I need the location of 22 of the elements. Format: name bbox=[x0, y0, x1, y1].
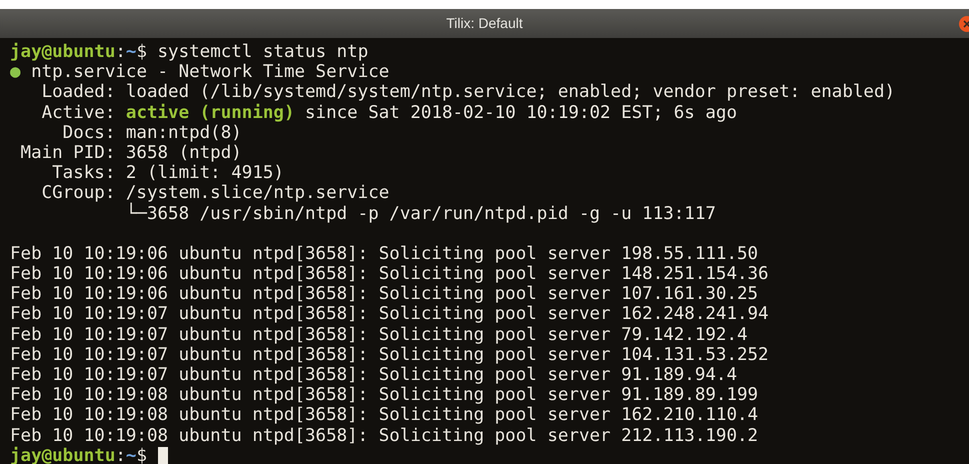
terminal-line: Feb 10 10:19:07 ubuntu ntpd[3658]: Soliciting pool server 79.142.192.4 bbox=[10, 324, 748, 345]
terminal-line: CGroup: /system.slice/ntp.service bbox=[40, 183, 390, 204]
terminal-line: Feb 10 10:19:07 ubuntu ntpd[3658]: Soliciting pool server 162.248.241.94 bbox=[10, 304, 769, 325]
terminal-line: Tasks: 2 (limit: 4915) bbox=[51, 163, 284, 184]
terminal-line: Feb 10 10:19:08 ubuntu ntpd[3658]: Soliciting pool server 91.189.89.199 bbox=[10, 385, 758, 406]
terminal-line: jay@ubuntu:~$ bbox=[10, 446, 148, 464]
terminal-line: Feb 10 10:19:06 ubuntu ntpd[3658]: Soliciting pool server 198.55.111.50 bbox=[10, 244, 758, 264]
terminal-line: Docs: man:ntpd(8) bbox=[62, 122, 242, 143]
terminal-line: Feb 10 10:19:08 ubuntu ntpd[3658]: Soliciting pool server 162.210.110.4 bbox=[10, 405, 758, 426]
terminal-line: Active: active (running) since Sat 2018-02-10 10:19:02 EST; 6s ago bbox=[40, 102, 737, 123]
terminal-line: Feb 10 10:19:07 ubuntu ntpd[3658]: Soliciting pool server 104.131.53.252 bbox=[10, 344, 769, 366]
terminal-line: Main PID: 3658 (ntpd) bbox=[20, 142, 242, 164]
window-title: Tilix: Default bbox=[446, 14, 523, 33]
terminal-line: jay@ubuntu:~$ systemctl status ntp bbox=[10, 42, 368, 62]
terminal-line: Feb 10 10:19:06 ubuntu ntpd[3658]: Soliciting pool server 107.161.30.25 bbox=[10, 284, 758, 304]
terminal-line: Feb 10 10:19:07 ubuntu ntpd[3658]: Soliciting pool server 91.189.94.4 bbox=[10, 365, 737, 386]
terminal-line: Loaded: loaded (/lib/systemd/system/ntp.service; enabled; vendor preset: enabled) bbox=[40, 82, 896, 103]
close-icon bbox=[963, 20, 969, 28]
terminal-line: Feb 10 10:19:06 ubuntu ntpd[3658]: Soliciting pool server 148.251.154.36 bbox=[10, 264, 769, 284]
terminal-line: └─3658 /usr/sbin/ntpd -p /var/run/ntpd.pid -g -u 113:117 bbox=[124, 204, 716, 224]
terminal-line: Feb 10 10:19:08 ubuntu ntpd[3658]: Soliciting pool server 212.113.190.2 bbox=[10, 426, 758, 446]
terminal-line: ● ntp.service - Network Time Service bbox=[10, 62, 390, 82]
